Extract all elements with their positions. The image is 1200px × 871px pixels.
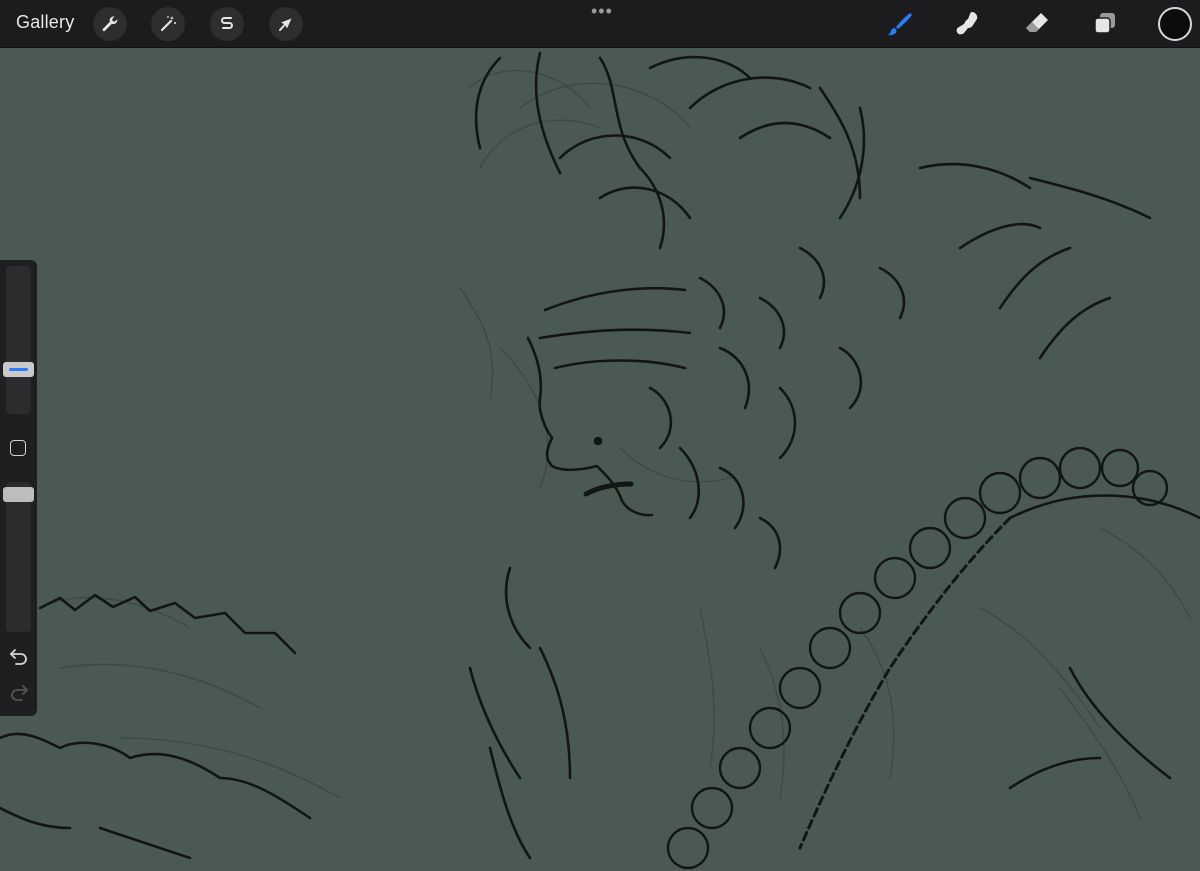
opacity-slider[interactable] (6, 482, 31, 632)
selection-button[interactable] (210, 7, 244, 41)
opacity-thumb[interactable] (3, 487, 34, 503)
brush-size-thumb[interactable] (3, 361, 34, 377)
smudge-tool-button[interactable] (950, 7, 984, 41)
drag-handle[interactable]: ••• (591, 2, 613, 20)
side-brush-controls (0, 260, 37, 716)
drawing-canvas[interactable] (0, 48, 1200, 871)
magic-wand-icon (160, 16, 176, 32)
active-indicator (9, 367, 28, 371)
brush-icon (887, 13, 912, 36)
adjustments-button[interactable] (151, 7, 185, 41)
redo-icon[interactable] (9, 682, 29, 702)
layers-button[interactable] (1088, 7, 1122, 41)
layers-icon (1094, 13, 1115, 34)
brush-tool-button[interactable] (882, 7, 916, 41)
transform-button[interactable] (269, 7, 303, 41)
eraser-tool-button[interactable] (1020, 7, 1054, 41)
selection-s-icon (221, 17, 233, 29)
eraser-icon (1026, 13, 1048, 32)
top-toolbar: Gallery ••• (0, 0, 1200, 48)
gallery-button[interactable]: Gallery (16, 12, 74, 33)
undo-icon[interactable] (9, 646, 29, 666)
actions-button[interactable] (93, 7, 127, 41)
arrow-cursor-icon (279, 18, 292, 31)
smudge-finger-icon (956, 12, 978, 35)
wrench-icon (102, 16, 118, 32)
color-picker-button[interactable] (1158, 7, 1192, 41)
brush-size-slider[interactable] (6, 266, 31, 414)
modify-button[interactable] (10, 440, 26, 456)
